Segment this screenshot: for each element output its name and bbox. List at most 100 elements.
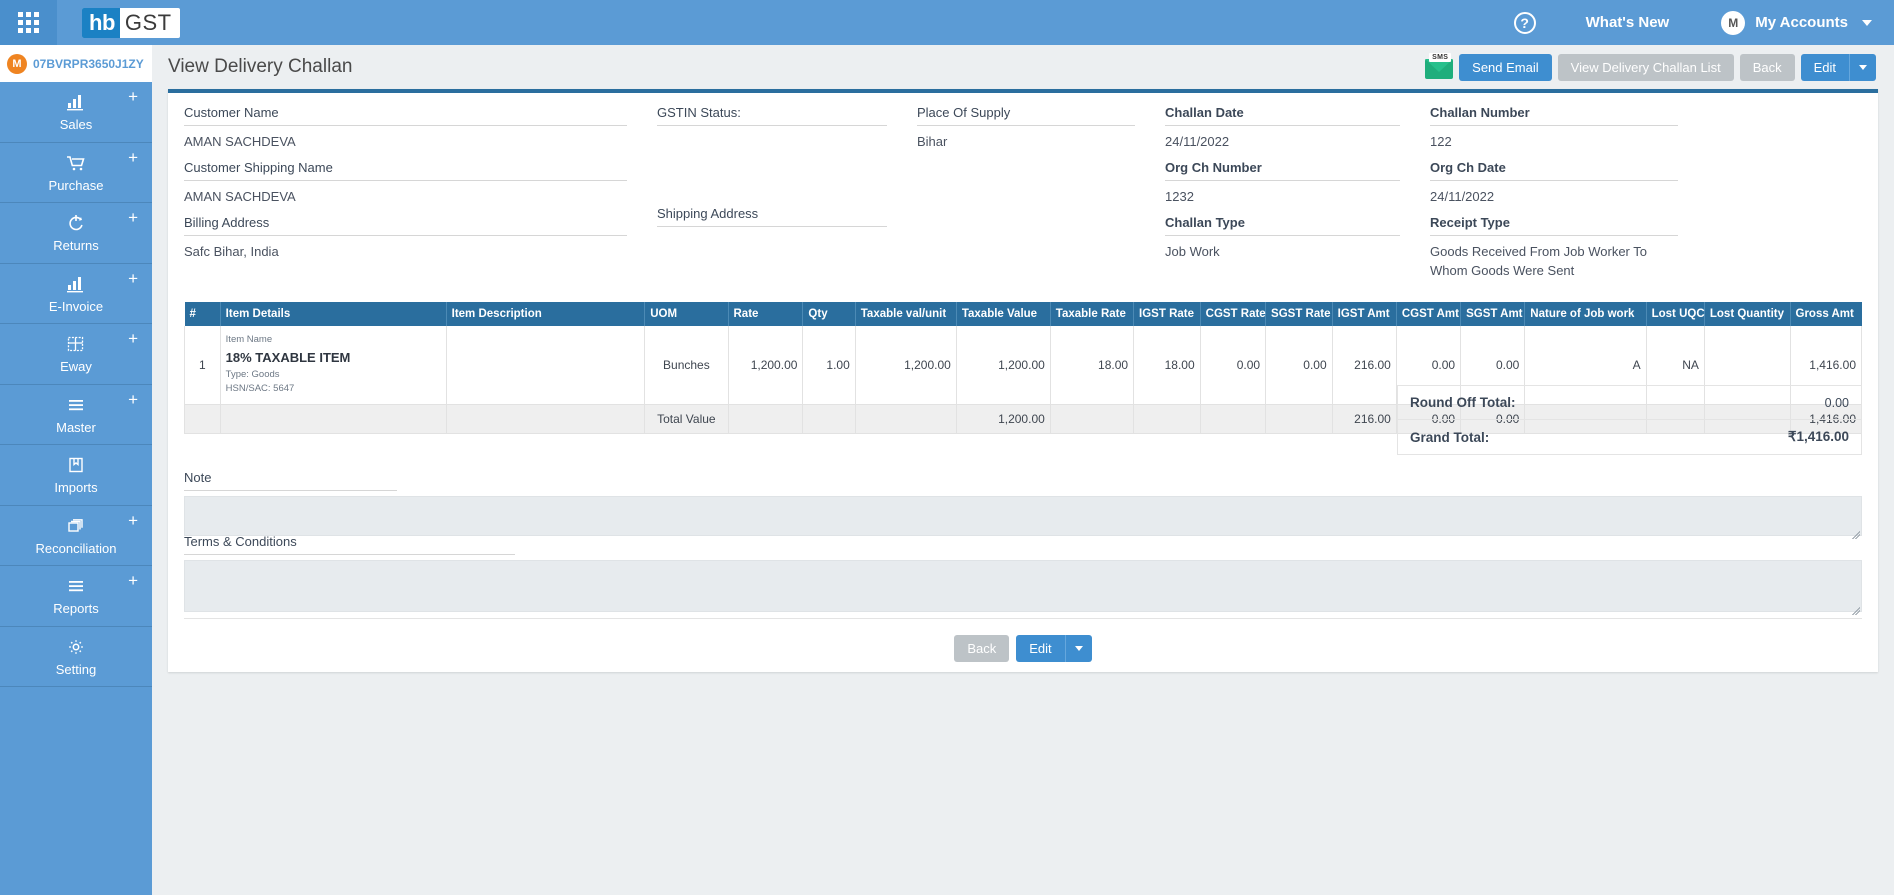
edit-dropdown-toggle[interactable] (1849, 53, 1876, 81)
sidebar-item-label: Imports (54, 480, 98, 496)
col-nature-of-job-work: Nature of Job work (1524, 302, 1647, 327)
note-label: Note (184, 470, 397, 491)
terms-textarea[interactable] (184, 560, 1862, 612)
whats-new-link[interactable]: What's New (1586, 14, 1670, 31)
sidebar-item-label: Returns (53, 238, 99, 254)
sidebar-item-label: Purchase (48, 177, 104, 193)
col-lost-uqc: Lost UQC (1646, 302, 1705, 327)
hamburger-icon (66, 394, 86, 414)
hamburger-icon (66, 575, 86, 595)
sidebar-add-e-invoice-button[interactable]: + (128, 270, 138, 287)
totals-igst-amt: 216.00 (1331, 404, 1397, 435)
cell-taxable-val-unit: 1,200.00 (854, 326, 957, 406)
col-sgst-rate: SGST Rate (1265, 302, 1333, 327)
sidebar-add-eway-button[interactable]: + (128, 330, 138, 347)
sidebar-item-label: E-Invoice (48, 298, 104, 314)
field-org-ch-date: Org Ch Date 24/11/2022 (1430, 160, 1678, 207)
field-value: Goods Received From Job Worker To Whom G… (1430, 243, 1647, 278)
challan-details-fields: Customer Name AMAN SACHDEVA Customer Shi… (168, 93, 1878, 288)
sidebar: M 07BVRPR3650J1ZY Sales + Purchase + Ret… (0, 45, 152, 895)
col-taxable-rate: Taxable Rate (1050, 302, 1135, 327)
totals-blank (445, 404, 646, 435)
cell-cgst-rate: 0.00 (1199, 326, 1267, 406)
sidebar-add-returns-button[interactable]: + (128, 209, 138, 226)
note-textarea[interactable] (184, 496, 1862, 536)
col-cgst-rate: CGST Rate (1200, 302, 1267, 327)
field-customer-name: Customer Name AMAN SACHDEVA (184, 105, 627, 152)
grand-total-label: Grand Total: (1410, 429, 1490, 445)
sidebar-item-eway[interactable]: Eway + (0, 324, 152, 385)
fields-column-challan-right: Challan Number 122 Org Ch Date 24/11/202… (1430, 105, 1678, 288)
grid-table-icon (66, 333, 86, 353)
sidebar-add-reports-button[interactable]: + (128, 572, 138, 589)
col-taxable-value: Taxable Value (956, 302, 1051, 327)
note-section: Note (184, 470, 1862, 541)
back-button[interactable]: Back (1739, 53, 1795, 81)
cell-rate: 1,200.00 (727, 326, 804, 406)
cell-uom: Bunches (644, 326, 729, 406)
totals-blank (1199, 404, 1267, 435)
sidebar-item-reports[interactable]: Reports + (0, 566, 152, 627)
sms-badge-label: SMS (1429, 53, 1452, 62)
terms-field-wrapper (184, 555, 1862, 617)
sidebar-add-purchase-button[interactable]: + (128, 149, 138, 166)
terms-section: Terms & Conditions (184, 534, 1862, 617)
my-accounts-menu[interactable]: M My Accounts (1721, 10, 1872, 35)
round-off-total-box: Round Off Total: 0.00 (1397, 385, 1862, 420)
footer-back-button[interactable]: Back (954, 635, 1010, 662)
sidebar-add-reconciliation-button[interactable]: + (128, 512, 138, 529)
bookmark-icon (66, 454, 86, 474)
apps-grid-button[interactable] (0, 0, 57, 45)
send-email-button[interactable]: Send Email (1459, 53, 1552, 81)
sidebar-add-master-button[interactable]: + (128, 391, 138, 408)
footer-actions: Back Edit (168, 635, 1878, 662)
app-logo[interactable]: hb GST (82, 7, 180, 38)
cell-sgst-rate: 0.00 (1265, 326, 1333, 406)
field-label: Receipt Type (1430, 215, 1678, 236)
sidebar-item-e-invoice[interactable]: E-Invoice + (0, 264, 152, 324)
send-sms-icon[interactable]: SMS (1425, 53, 1454, 79)
cell-igst-rate: 18.00 (1133, 326, 1201, 406)
delivery-challan-card: Customer Name AMAN SACHDEVA Customer Shi… (168, 89, 1878, 672)
sidebar-item-purchase[interactable]: Purchase + (0, 143, 152, 203)
sidebar-add-sales-button[interactable]: + (128, 88, 138, 105)
sidebar-item-returns[interactable]: Returns + (0, 203, 152, 264)
copy-icon (66, 515, 86, 535)
sidebar-gstin-row[interactable]: M 07BVRPR3650J1ZY (0, 45, 152, 82)
col-igst-amt: IGST Amt (1332, 302, 1397, 327)
field-label: Customer Name (184, 105, 627, 126)
field-gstin-status: GSTIN Status: (657, 105, 887, 146)
totals-blank (219, 404, 447, 435)
field-challan-type: Challan Type Job Work (1165, 215, 1400, 262)
cell-igst-amt: 216.00 (1331, 326, 1397, 406)
totals-blank (854, 404, 957, 435)
item-type: Type: Goods (225, 368, 280, 380)
col-lost-quantity: Lost Quantity (1704, 302, 1791, 327)
edit-split-button: Edit (1800, 53, 1876, 81)
cell-item-details: Item Name 18% TAXABLE ITEM Type: Goods H… (219, 326, 447, 406)
fields-columns: Customer Name AMAN SACHDEVA Customer Shi… (184, 105, 1862, 288)
cell-taxable-value: 1,200.00 (955, 326, 1051, 406)
sidebar-item-setting[interactable]: Setting (0, 627, 152, 687)
col-qty: Qty (802, 302, 856, 327)
sidebar-item-sales[interactable]: Sales + (0, 82, 152, 143)
sidebar-item-imports[interactable]: Imports (0, 445, 152, 506)
logo-hb-text: hb (82, 7, 120, 38)
field-value: Safc Bihar, India (184, 243, 279, 259)
footer-edit-button[interactable]: Edit (1016, 635, 1065, 662)
edit-button[interactable]: Edit (1800, 53, 1849, 81)
refresh-icon (66, 212, 86, 232)
bar-chart-icon (66, 91, 86, 111)
footer-edit-dropdown-toggle[interactable] (1064, 635, 1092, 662)
field-label: Customer Shipping Name (184, 160, 627, 181)
view-delivery-challan-list-button[interactable]: View Delivery Challan List (1557, 53, 1734, 81)
sidebar-item-reconciliation[interactable]: Reconciliation + (0, 506, 152, 566)
field-value: 24/11/2022 (1165, 134, 1230, 149)
sidebar-item-master[interactable]: Master + (0, 385, 152, 445)
field-value: 24/11/2022 (1430, 188, 1495, 204)
col-gross-amt: Gross Amt (1790, 302, 1862, 327)
sidebar-item-label: Setting (55, 661, 97, 677)
fields-column-place: Place Of Supply Bihar (917, 105, 1165, 288)
help-icon[interactable]: ? (1513, 11, 1536, 34)
fields-column-challan-left: Challan Date 24/11/2022 Org Ch Number 12… (1165, 105, 1430, 288)
